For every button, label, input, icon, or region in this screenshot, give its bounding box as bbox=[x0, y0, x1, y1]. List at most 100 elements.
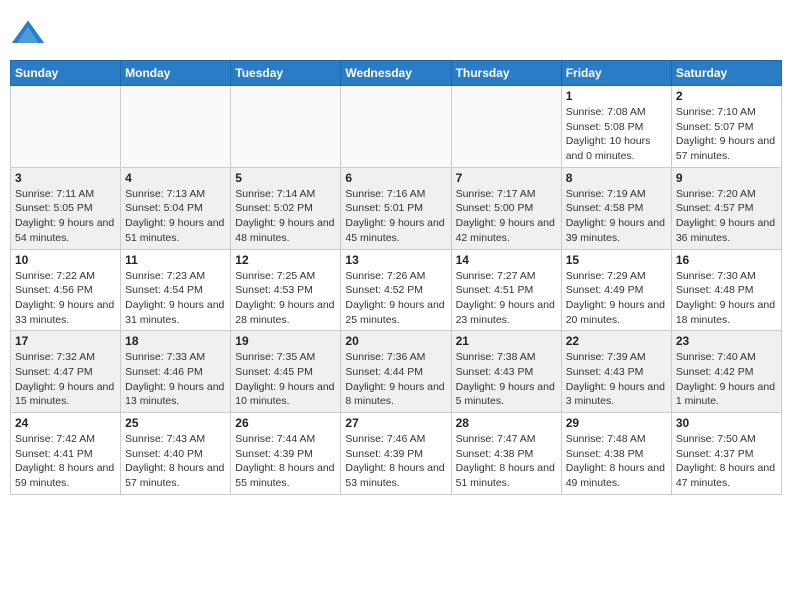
calendar-cell: 12 Sunrise: 7:25 AMSunset: 4:53 PMDayligh… bbox=[231, 249, 341, 331]
day-number: 4 bbox=[125, 171, 226, 185]
weekday-header: Wednesday bbox=[341, 61, 451, 86]
day-number: 12 bbox=[235, 253, 336, 267]
day-info: Sunrise: 7:35 AMSunset: 4:45 PMDaylight:… bbox=[235, 351, 334, 407]
calendar-cell bbox=[121, 86, 231, 168]
calendar-cell bbox=[341, 86, 451, 168]
calendar-cell: 21Sunrise: 7:38 AMSunset: 4:43 PMDayligh… bbox=[451, 331, 561, 413]
day-info: Sunrise: 7:43 AMSunset: 4:40 PMDaylight:… bbox=[125, 433, 224, 489]
calendar-table: SundayMondayTuesdayWednesdayThursdayFrid… bbox=[10, 60, 782, 495]
day-info: Sunrise: 7:44 AMSunset: 4:39 PMDaylight:… bbox=[235, 433, 334, 489]
day-number: 5 bbox=[235, 171, 336, 185]
calendar-cell: 30Sunrise: 7:50 AMSunset: 4:37 PMDayligh… bbox=[671, 413, 781, 495]
day-info: Sunrise: 7:11 AMSunset: 5:05 PMDaylight:… bbox=[15, 188, 114, 244]
day-info: Sunrise: 7:13 AMSunset: 5:04 PMDaylight:… bbox=[125, 188, 224, 244]
calendar-cell: 1 Sunrise: 7:08 AMSunset: 5:08 PMDaylight… bbox=[561, 86, 671, 168]
day-info: Sunrise: 7:16 AMSunset: 5:01 PMDaylight:… bbox=[345, 188, 444, 244]
day-number: 22 bbox=[566, 334, 667, 348]
day-info: Sunrise: 7:10 AMSunset: 5:07 PMDaylight:… bbox=[676, 106, 775, 162]
calendar-cell: 4 Sunrise: 7:13 AMSunset: 5:04 PMDaylight… bbox=[121, 167, 231, 249]
day-info: Sunrise: 7:14 AMSunset: 5:02 PMDaylight:… bbox=[235, 188, 334, 244]
calendar-cell: 29 Sunrise: 7:48 AMSunset: 4:38 PMDayligh… bbox=[561, 413, 671, 495]
day-info: Sunrise: 7:36 AMSunset: 4:44 PMDaylight:… bbox=[345, 351, 444, 407]
day-number: 10 bbox=[15, 253, 116, 267]
day-number: 18 bbox=[125, 334, 226, 348]
day-number: 15 bbox=[566, 253, 667, 267]
day-info: Sunrise: 7:33 AMSunset: 4:46 PMDaylight:… bbox=[125, 351, 224, 407]
day-number: 30 bbox=[676, 416, 777, 430]
day-number: 20 bbox=[345, 334, 446, 348]
day-info: Sunrise: 7:27 AMSunset: 4:51 PMDaylight:… bbox=[456, 270, 555, 326]
day-info: Sunrise: 7:22 AMSunset: 4:56 PMDaylight:… bbox=[15, 270, 114, 326]
calendar-cell: 3 Sunrise: 7:11 AMSunset: 5:05 PMDaylight… bbox=[11, 167, 121, 249]
day-number: 3 bbox=[15, 171, 116, 185]
day-info: Sunrise: 7:47 AMSunset: 4:38 PMDaylight:… bbox=[456, 433, 555, 489]
weekday-header: Monday bbox=[121, 61, 231, 86]
calendar-cell: 19 Sunrise: 7:35 AMSunset: 4:45 PMDayligh… bbox=[231, 331, 341, 413]
day-info: Sunrise: 7:08 AMSunset: 5:08 PMDaylight:… bbox=[566, 106, 651, 162]
calendar-cell: 23 Sunrise: 7:40 AMSunset: 4:42 PMDayligh… bbox=[671, 331, 781, 413]
calendar-week-row: 17 Sunrise: 7:32 AMSunset: 4:47 PMDayligh… bbox=[11, 331, 782, 413]
day-number: 17 bbox=[15, 334, 116, 348]
calendar-week-row: 10 Sunrise: 7:22 AMSunset: 4:56 PMDayligh… bbox=[11, 249, 782, 331]
day-info: Sunrise: 7:38 AMSunset: 4:43 PMDaylight:… bbox=[456, 351, 555, 407]
day-number: 9 bbox=[676, 171, 777, 185]
day-number: 23 bbox=[676, 334, 777, 348]
day-info: Sunrise: 7:17 AMSunset: 5:00 PMDaylight:… bbox=[456, 188, 555, 244]
day-number: 14 bbox=[456, 253, 557, 267]
day-info: Sunrise: 7:40 AMSunset: 4:42 PMDaylight:… bbox=[676, 351, 775, 407]
calendar-cell: 20 Sunrise: 7:36 AMSunset: 4:44 PMDayligh… bbox=[341, 331, 451, 413]
calendar-cell bbox=[451, 86, 561, 168]
calendar-week-row: 1 Sunrise: 7:08 AMSunset: 5:08 PMDaylight… bbox=[11, 86, 782, 168]
day-info: Sunrise: 7:19 AMSunset: 4:58 PMDaylight:… bbox=[566, 188, 665, 244]
day-number: 19 bbox=[235, 334, 336, 348]
day-info: Sunrise: 7:25 AMSunset: 4:53 PMDaylight:… bbox=[235, 270, 334, 326]
calendar-cell: 28 Sunrise: 7:47 AMSunset: 4:38 PMDayligh… bbox=[451, 413, 561, 495]
day-number: 28 bbox=[456, 416, 557, 430]
day-number: 25 bbox=[125, 416, 226, 430]
day-number: 27 bbox=[345, 416, 446, 430]
calendar-cell: 25 Sunrise: 7:43 AMSunset: 4:40 PMDayligh… bbox=[121, 413, 231, 495]
calendar-cell: 7Sunrise: 7:17 AMSunset: 5:00 PMDaylight… bbox=[451, 167, 561, 249]
day-number: 6 bbox=[345, 171, 446, 185]
calendar-cell: 15Sunrise: 7:29 AMSunset: 4:49 PMDayligh… bbox=[561, 249, 671, 331]
day-number: 24 bbox=[15, 416, 116, 430]
day-info: Sunrise: 7:23 AMSunset: 4:54 PMDaylight:… bbox=[125, 270, 224, 326]
day-number: 2 bbox=[676, 89, 777, 103]
calendar-week-row: 24 Sunrise: 7:42 AMSunset: 4:41 PMDayligh… bbox=[11, 413, 782, 495]
weekday-header: Friday bbox=[561, 61, 671, 86]
calendar-cell: 17 Sunrise: 7:32 AMSunset: 4:47 PMDayligh… bbox=[11, 331, 121, 413]
calendar-cell: 8 Sunrise: 7:19 AMSunset: 4:58 PMDaylight… bbox=[561, 167, 671, 249]
day-number: 29 bbox=[566, 416, 667, 430]
logo-icon bbox=[10, 16, 46, 52]
calendar-cell: 5 Sunrise: 7:14 AMSunset: 5:02 PMDaylight… bbox=[231, 167, 341, 249]
calendar-cell: 27Sunrise: 7:46 AMSunset: 4:39 PMDayligh… bbox=[341, 413, 451, 495]
day-info: Sunrise: 7:30 AMSunset: 4:48 PMDaylight:… bbox=[676, 270, 775, 326]
calendar-cell bbox=[231, 86, 341, 168]
weekday-header: Thursday bbox=[451, 61, 561, 86]
day-info: Sunrise: 7:48 AMSunset: 4:38 PMDaylight:… bbox=[566, 433, 665, 489]
day-number: 13 bbox=[345, 253, 446, 267]
day-number: 8 bbox=[566, 171, 667, 185]
calendar-cell: 16 Sunrise: 7:30 AMSunset: 4:48 PMDayligh… bbox=[671, 249, 781, 331]
calendar-cell: 24 Sunrise: 7:42 AMSunset: 4:41 PMDayligh… bbox=[11, 413, 121, 495]
day-info: Sunrise: 7:42 AMSunset: 4:41 PMDaylight:… bbox=[15, 433, 114, 489]
page-header bbox=[10, 10, 782, 52]
calendar-cell: 13 Sunrise: 7:26 AMSunset: 4:52 PMDayligh… bbox=[341, 249, 451, 331]
day-info: Sunrise: 7:20 AMSunset: 4:57 PMDaylight:… bbox=[676, 188, 775, 244]
calendar-cell: 2 Sunrise: 7:10 AMSunset: 5:07 PMDaylight… bbox=[671, 86, 781, 168]
calendar-header-row: SundayMondayTuesdayWednesdayThursdayFrid… bbox=[11, 61, 782, 86]
calendar-cell: 18 Sunrise: 7:33 AMSunset: 4:46 PMDayligh… bbox=[121, 331, 231, 413]
day-number: 11 bbox=[125, 253, 226, 267]
day-info: Sunrise: 7:26 AMSunset: 4:52 PMDaylight:… bbox=[345, 270, 444, 326]
calendar-cell: 9 Sunrise: 7:20 AMSunset: 4:57 PMDaylight… bbox=[671, 167, 781, 249]
calendar-cell: 26Sunrise: 7:44 AMSunset: 4:39 PMDayligh… bbox=[231, 413, 341, 495]
day-info: Sunrise: 7:39 AMSunset: 4:43 PMDaylight:… bbox=[566, 351, 665, 407]
day-number: 16 bbox=[676, 253, 777, 267]
day-info: Sunrise: 7:32 AMSunset: 4:47 PMDaylight:… bbox=[15, 351, 114, 407]
logo bbox=[10, 16, 50, 52]
calendar-cell bbox=[11, 86, 121, 168]
calendar-cell: 10 Sunrise: 7:22 AMSunset: 4:56 PMDayligh… bbox=[11, 249, 121, 331]
calendar-cell: 14 Sunrise: 7:27 AMSunset: 4:51 PMDayligh… bbox=[451, 249, 561, 331]
weekday-header: Tuesday bbox=[231, 61, 341, 86]
day-number: 1 bbox=[566, 89, 667, 103]
